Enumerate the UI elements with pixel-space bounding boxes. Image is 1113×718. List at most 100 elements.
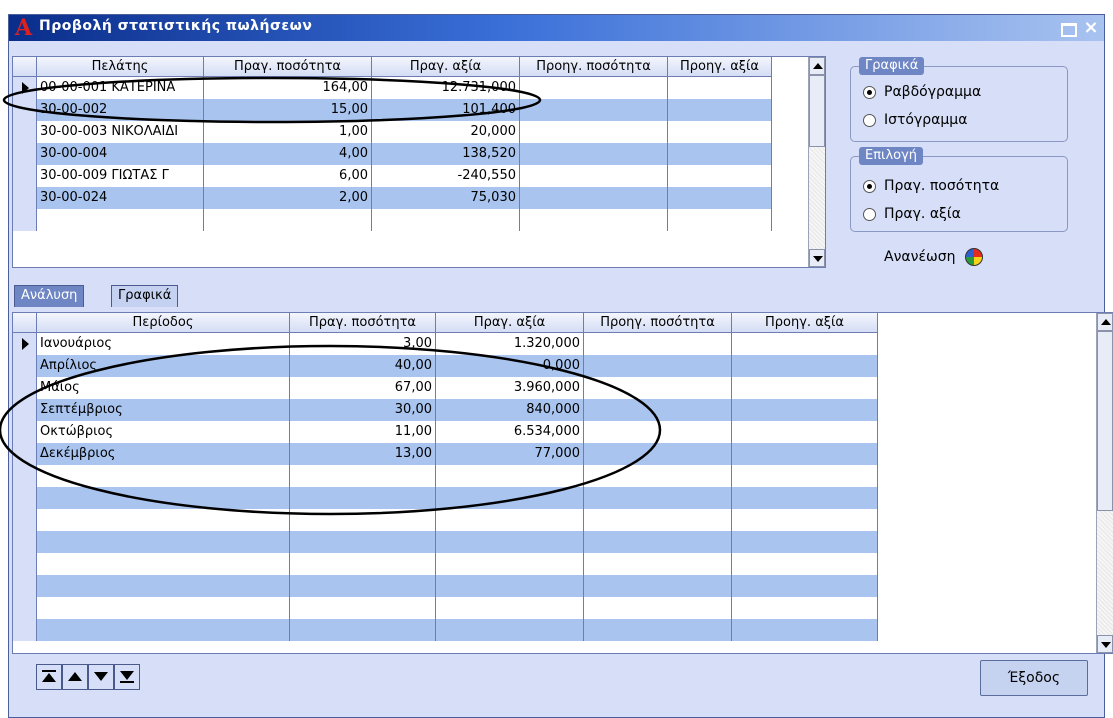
- table-row[interactable]: Οκτώβριος 11,00 6.534,000: [13, 421, 878, 443]
- table-cell[interactable]: [520, 187, 668, 209]
- table-cell[interactable]: 30-00-002: [37, 99, 204, 121]
- table-cell[interactable]: [584, 443, 732, 465]
- table-cell[interactable]: [668, 187, 772, 209]
- table-cell[interactable]: 2,00: [204, 187, 372, 209]
- table-cell[interactable]: [584, 509, 732, 531]
- row-indicator[interactable]: [13, 421, 37, 443]
- row-indicator[interactable]: [13, 187, 37, 209]
- table-row[interactable]: [13, 553, 878, 575]
- table-cell[interactable]: 12.731,000: [372, 77, 520, 99]
- table-cell[interactable]: 15,00: [204, 99, 372, 121]
- table-cell[interactable]: [290, 575, 436, 597]
- first-record-button[interactable]: [36, 664, 62, 690]
- table-row[interactable]: 00-00-001 ΚΑΤΕΡΙΝΑ 164,00 12.731,000: [13, 77, 772, 99]
- table-cell[interactable]: [668, 99, 772, 121]
- table-cell[interactable]: [37, 465, 290, 487]
- table-cell[interactable]: [584, 355, 732, 377]
- table-cell[interactable]: 13,00: [290, 443, 436, 465]
- last-record-button[interactable]: [114, 664, 140, 690]
- radio-icon[interactable]: [863, 179, 876, 193]
- row-indicator[interactable]: [13, 355, 37, 377]
- table-cell[interactable]: 77,000: [436, 443, 584, 465]
- exit-button[interactable]: Έξοδος: [980, 660, 1088, 696]
- table-cell[interactable]: [372, 209, 520, 231]
- table-cell[interactable]: [290, 487, 436, 509]
- table-cell[interactable]: [584, 333, 732, 355]
- table-cell[interactable]: [584, 553, 732, 575]
- table-cell[interactable]: Μάιος: [37, 377, 290, 399]
- table-cell[interactable]: 00-00-001 ΚΑΤΕΡΙΝΑ: [37, 77, 204, 99]
- table-row[interactable]: Δεκέμβριος 13,00 77,000: [13, 443, 878, 465]
- table-cell[interactable]: [732, 509, 878, 531]
- table-cell[interactable]: 30,00: [290, 399, 436, 421]
- table-row[interactable]: Απρίλιος 40,00 0,000: [13, 355, 878, 377]
- customers-grid-scrollbar[interactable]: [808, 57, 825, 267]
- table-cell[interactable]: [584, 421, 732, 443]
- table-row[interactable]: [13, 575, 878, 597]
- table-row[interactable]: [13, 465, 878, 487]
- table-cell[interactable]: [520, 209, 668, 231]
- row-indicator[interactable]: [13, 443, 37, 465]
- column-header[interactable]: Πραγ. ποσότητα: [290, 313, 436, 333]
- table-cell[interactable]: [520, 165, 668, 187]
- table-cell[interactable]: 840,000: [436, 399, 584, 421]
- table-cell[interactable]: 164,00: [204, 77, 372, 99]
- table-cell[interactable]: [668, 121, 772, 143]
- table-cell[interactable]: [290, 465, 436, 487]
- table-cell[interactable]: [668, 165, 772, 187]
- table-cell[interactable]: [584, 465, 732, 487]
- table-cell[interactable]: [37, 575, 290, 597]
- table-row[interactable]: [13, 619, 878, 641]
- table-cell[interactable]: 6,00: [204, 165, 372, 187]
- scroll-thumb[interactable]: [809, 75, 825, 147]
- table-cell[interactable]: 101,400: [372, 99, 520, 121]
- table-cell[interactable]: -240,550: [372, 165, 520, 187]
- table-cell[interactable]: [732, 399, 878, 421]
- table-cell[interactable]: [436, 619, 584, 641]
- table-cell[interactable]: [732, 553, 878, 575]
- table-cell[interactable]: [290, 553, 436, 575]
- table-cell[interactable]: [520, 121, 668, 143]
- table-cell[interactable]: [732, 597, 878, 619]
- table-cell[interactable]: [732, 575, 878, 597]
- tab-analysis[interactable]: Ανάλυση: [14, 285, 85, 307]
- row-indicator[interactable]: [13, 619, 37, 641]
- table-cell[interactable]: [290, 619, 436, 641]
- table-cell[interactable]: [732, 377, 878, 399]
- table-cell[interactable]: 75,030: [372, 187, 520, 209]
- table-cell[interactable]: [204, 209, 372, 231]
- previous-record-button[interactable]: [62, 664, 88, 690]
- table-cell[interactable]: [732, 355, 878, 377]
- table-row[interactable]: 30-00-004 4,00 138,520: [13, 143, 772, 165]
- table-row[interactable]: 30-00-009 ΓΙΩΤΑΣ Γ 6,00 -240,550: [13, 165, 772, 187]
- maximize-icon[interactable]: [1058, 19, 1076, 37]
- table-cell[interactable]: [668, 143, 772, 165]
- row-indicator[interactable]: [13, 209, 37, 231]
- table-cell[interactable]: 40,00: [290, 355, 436, 377]
- table-cell[interactable]: [37, 487, 290, 509]
- radio-actual-value[interactable]: Πραγ. αξία: [863, 203, 961, 225]
- row-indicator-icon[interactable]: [13, 77, 37, 99]
- row-indicator[interactable]: [13, 575, 37, 597]
- table-cell[interactable]: Απρίλιος: [37, 355, 290, 377]
- table-row[interactable]: [13, 597, 878, 619]
- column-header[interactable]: Πραγ. ποσότητα: [204, 57, 372, 77]
- row-indicator-icon[interactable]: [13, 333, 37, 355]
- table-cell[interactable]: [436, 465, 584, 487]
- table-cell[interactable]: [290, 531, 436, 553]
- table-row[interactable]: 30-00-003 ΝΙΚΟΛΑΙΔΙ 1,00 20,000: [13, 121, 772, 143]
- table-cell[interactable]: 3,00: [290, 333, 436, 355]
- scroll-up-icon[interactable]: [1097, 313, 1113, 331]
- row-indicator[interactable]: [13, 377, 37, 399]
- table-cell[interactable]: [37, 553, 290, 575]
- table-cell[interactable]: [668, 209, 772, 231]
- row-indicator[interactable]: [13, 553, 37, 575]
- radio-histogram[interactable]: Ιστόγραμμα: [863, 109, 967, 131]
- radio-icon[interactable]: [863, 113, 876, 127]
- row-indicator[interactable]: [13, 597, 37, 619]
- row-indicator[interactable]: [13, 531, 37, 553]
- table-row[interactable]: [13, 531, 878, 553]
- table-cell[interactable]: [520, 77, 668, 99]
- table-cell[interactable]: 3.960,000: [436, 377, 584, 399]
- table-row[interactable]: Σεπτέμβριος 30,00 840,000: [13, 399, 878, 421]
